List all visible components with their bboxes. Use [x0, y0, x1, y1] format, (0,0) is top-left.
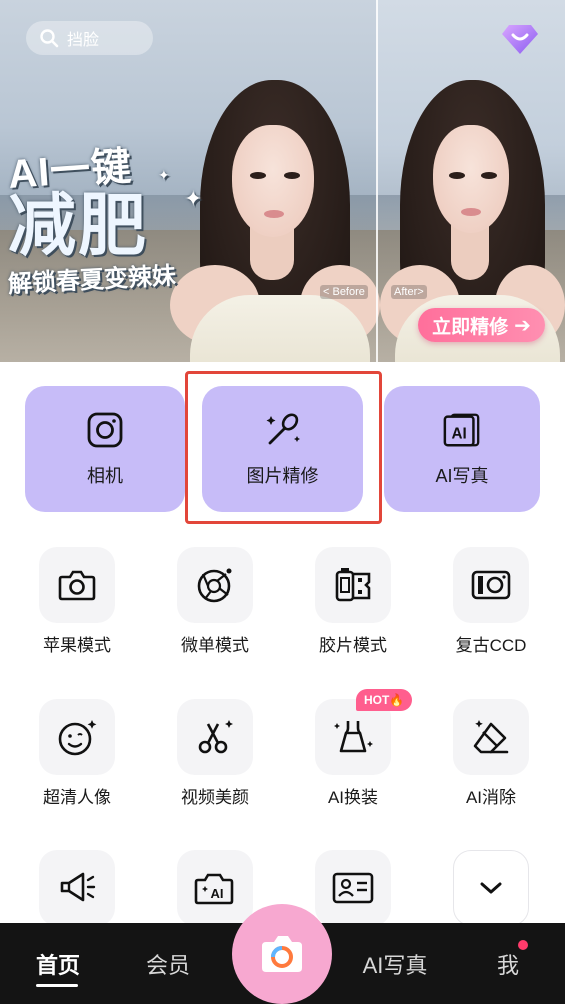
tool-label: 胶片模式 — [319, 636, 387, 655]
tool-mirrorless-mode[interactable]: 微单模式 — [155, 547, 275, 677]
camera-app-icon — [262, 936, 302, 972]
tool-label: 微单模式 — [181, 636, 249, 655]
camera-shutter-button[interactable] — [232, 904, 332, 1004]
tool-ai-outfit[interactable]: AI换装 — [293, 699, 413, 829]
camera-icon — [85, 410, 125, 450]
megaphone-icon — [39, 850, 115, 926]
camera-icon — [39, 547, 115, 623]
tool-label: AI消除 — [465, 788, 517, 807]
vip-diamond-icon[interactable] — [501, 22, 539, 56]
tool-video-beauty[interactable]: 视频美颜 — [155, 699, 275, 829]
tool-retro-ccd[interactable]: 复古CCD — [431, 547, 551, 677]
selection-highlight-box — [185, 371, 382, 524]
tool-label: 视频美颜 — [181, 788, 249, 807]
scissors-icon — [177, 699, 253, 775]
eraser-icon — [453, 699, 529, 775]
retro-camera-icon — [453, 547, 529, 623]
svg-text:AI: AI — [211, 886, 224, 901]
aperture-icon — [177, 547, 253, 623]
search-bar[interactable]: 挡脸 — [26, 21, 153, 55]
hot-badge: HOT🔥 — [356, 689, 413, 711]
nav-member[interactable]: 会员 — [128, 923, 208, 1004]
nav-active-indicator — [36, 984, 78, 987]
film-roll-icon — [315, 547, 391, 623]
ai-portrait-feature-card[interactable]: AI AI写真 — [384, 386, 540, 512]
nav-ai-portrait[interactable]: AI写真 — [350, 923, 440, 1004]
tool-film-mode[interactable]: 胶片模式 — [293, 547, 413, 677]
notification-dot — [518, 940, 528, 950]
nav-home[interactable]: 首页 — [18, 923, 98, 1004]
before-after-divider[interactable] — [376, 0, 378, 362]
ai-camera-icon: AI — [177, 850, 253, 926]
tool-ai-erase[interactable]: AI消除 — [431, 699, 551, 829]
banner-headline: AI一键 减肥 解锁春夏变辣妹 ✦ ✦ — [7, 144, 208, 298]
search-icon — [39, 28, 59, 48]
arrow-right-icon: ➔ — [514, 314, 531, 337]
search-placeholder: 挡脸 — [67, 32, 100, 49]
camera-feature-card[interactable]: 相机 — [25, 386, 185, 512]
tool-label: 超清人像 — [43, 788, 111, 807]
camera-feature-label: 相机 — [87, 466, 123, 486]
id-card-icon — [315, 850, 391, 926]
chevron-down-icon — [453, 850, 529, 926]
svg-text:AI: AI — [452, 426, 467, 443]
tool-label: 复古CCD — [455, 636, 527, 655]
tool-apple-mode[interactable]: 苹果模式 — [17, 547, 137, 677]
tool-label: AI换装 — [327, 788, 379, 807]
sparkle-icon: ✦ — [184, 186, 203, 211]
tool-label: 苹果模式 — [43, 636, 111, 655]
face-sparkle-icon — [39, 699, 115, 775]
promo-banner[interactable]: AI一键 减肥 解锁春夏变辣妹 ✦ ✦ < Before After> 立即精修… — [0, 0, 565, 362]
nav-me[interactable]: 我 — [475, 923, 541, 1004]
retouch-now-label: 立即精修 — [432, 316, 509, 338]
before-label: < Before — [320, 285, 368, 299]
headline-line-1: AI一键 — [6, 144, 134, 197]
headline-line-2: 减肥 — [8, 188, 149, 264]
ai-portrait-icon: AI — [442, 410, 482, 450]
tool-hd-portrait[interactable]: 超清人像 — [17, 699, 137, 829]
sparkle-icon: ✦ — [158, 167, 170, 183]
ai-portrait-feature-label: AI写真 — [435, 466, 489, 486]
after-label: After> — [391, 285, 427, 299]
retouch-now-button[interactable]: 立即精修 ➔ — [418, 308, 545, 342]
